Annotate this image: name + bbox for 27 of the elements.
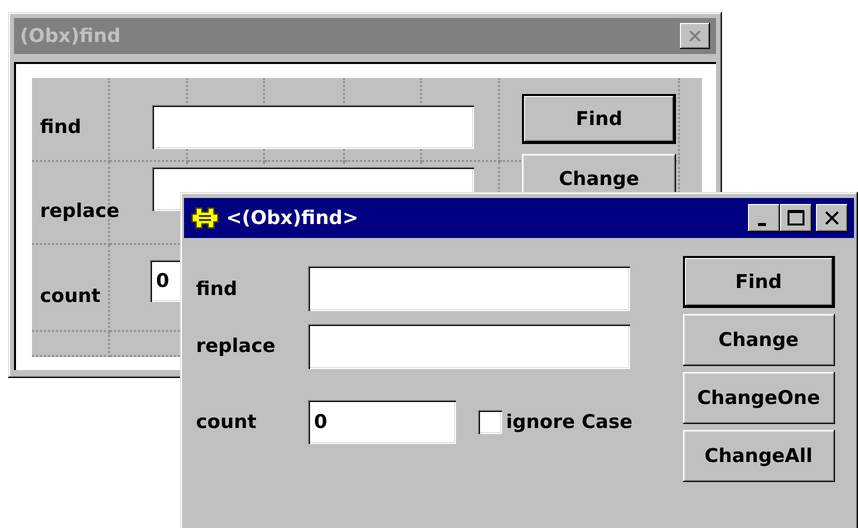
close-icon (688, 30, 702, 42)
field-label: find (40, 116, 82, 138)
push-button[interactable]: Find (522, 94, 676, 144)
checkbox[interactable] (478, 410, 502, 434)
close-button[interactable] (816, 204, 848, 232)
window-title: <(Obx)find> (226, 207, 360, 229)
minimize-icon (758, 222, 766, 226)
input-field[interactable] (308, 266, 630, 311)
field-label: replace (196, 335, 276, 357)
input-field[interactable] (152, 105, 474, 149)
field-label: find (196, 278, 238, 300)
field-label: replace (40, 200, 120, 222)
close-button[interactable] (680, 23, 710, 49)
push-button[interactable]: Find (682, 256, 835, 308)
window-title: (Obx)find (20, 25, 122, 47)
maximize-button[interactable] (780, 204, 812, 232)
push-button[interactable]: ChangeAll (682, 430, 835, 482)
field-label: count (40, 284, 100, 306)
close-icon (824, 210, 840, 226)
checkbox-label: ignore Case (506, 411, 633, 433)
minimize-button[interactable] (748, 204, 780, 232)
push-button[interactable]: Change (682, 314, 835, 366)
maximize-icon (787, 209, 805, 227)
input-field[interactable] (308, 324, 630, 369)
field-label: count (196, 411, 258, 433)
push-button[interactable]: ChangeOne (682, 372, 835, 424)
input-field[interactable]: 0 (308, 400, 456, 444)
